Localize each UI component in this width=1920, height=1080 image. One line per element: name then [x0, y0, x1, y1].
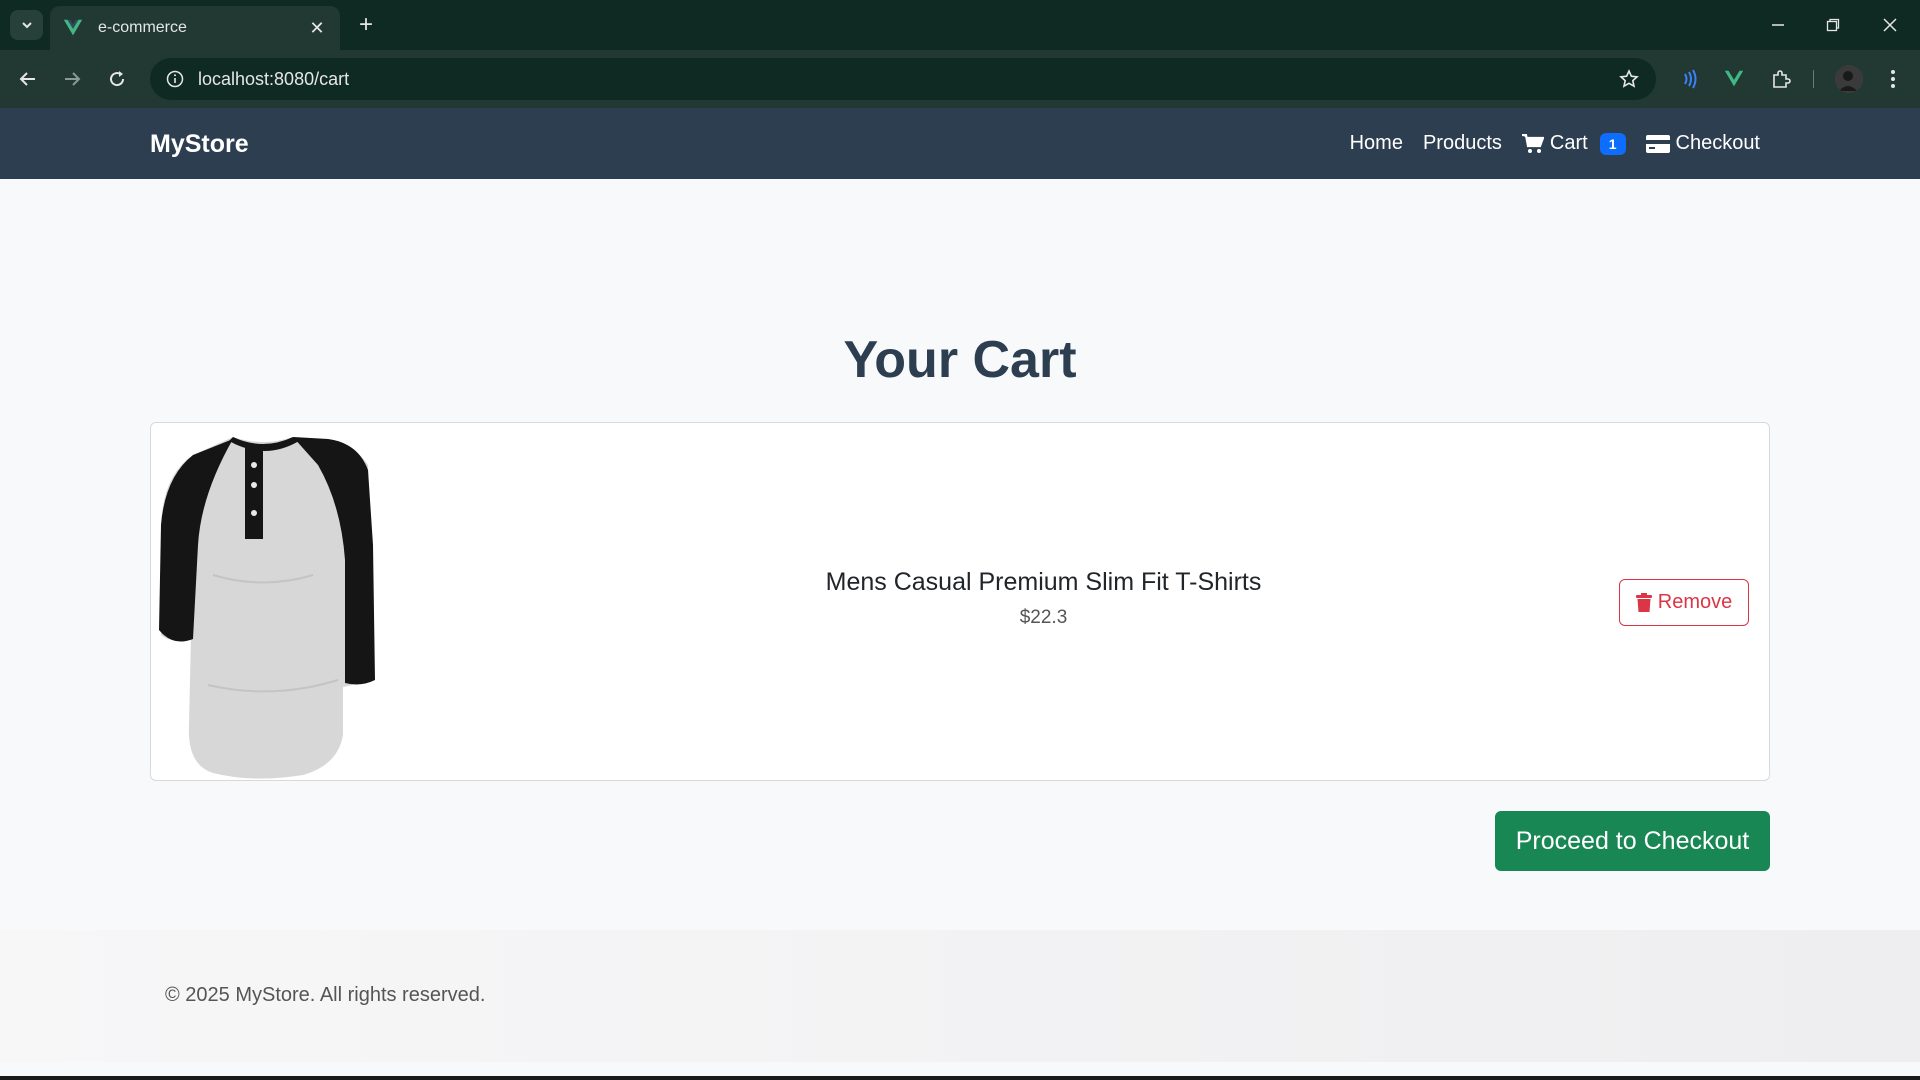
browser-toolbar: localhost:8080/cart: [0, 50, 1920, 108]
bookmark-star-icon[interactable]: [1616, 66, 1642, 92]
nav-link-home-label: Home: [1349, 132, 1403, 154]
nav-link-checkout[interactable]: Checkout: [1645, 132, 1761, 155]
chevron-down-icon: [21, 22, 32, 29]
new-tab-button[interactable]: +: [352, 10, 380, 40]
proceed-to-checkout-button[interactable]: Proceed to Checkout: [1495, 811, 1770, 871]
nav-link-products[interactable]: Products: [1423, 132, 1502, 155]
extension-wave-icon[interactable]: [1673, 63, 1705, 95]
reload-icon[interactable]: [101, 63, 133, 95]
forward-arrow-icon[interactable]: [56, 63, 88, 95]
cart-item-price: $22.3: [1019, 607, 1068, 628]
vue-devtools-icon[interactable]: [1718, 63, 1750, 95]
page-title: Your Cart: [843, 331, 1077, 389]
tab-search-button[interactable]: [10, 10, 43, 40]
close-tab-icon[interactable]: ✕: [306, 18, 328, 39]
cart-item-info: Mens Casual Premium Slim Fit T-Shirts $2…: [601, 568, 1486, 629]
url-text: localhost:8080/cart: [198, 68, 350, 89]
credit-card-icon: [1645, 134, 1670, 153]
product-image: [159, 437, 375, 779]
extensions-puzzle-icon[interactable]: [1765, 63, 1797, 95]
trash-icon: [1635, 593, 1652, 612]
profile-avatar[interactable]: [1835, 65, 1863, 93]
tab-title: e-commerce: [98, 19, 187, 36]
address-bar[interactable]: localhost:8080/cart: [150, 58, 1656, 100]
toolbar-divider: [1813, 70, 1814, 88]
nav-link-cart-label: Cart: [1549, 132, 1588, 154]
nav-links: Home Products Cart 1 Checkout: [1330, 108, 1760, 179]
cart-item-card: Mens Casual Premium Slim Fit T-Shirts $2…: [150, 422, 1770, 781]
nav-link-products-label: Products: [1422, 132, 1502, 154]
nav-link-checkout-label: Checkout: [1675, 132, 1761, 154]
cart-count-badge: 1: [1599, 132, 1626, 155]
cart-item-name: Mens Casual Premium Slim Fit T-Shirts: [825, 568, 1262, 596]
footer-copyright: © 2025 MyStore. All rights reserved.: [165, 984, 486, 1006]
site-footer: © 2025 MyStore. All rights reserved.: [0, 930, 1920, 1062]
browser-tab-bar: e-commerce ✕ +: [0, 0, 1920, 50]
browser-tab[interactable]: e-commerce ✕: [50, 6, 340, 50]
brand-logo[interactable]: MyStore: [150, 130, 249, 159]
window-bottom-edge: [0, 1076, 1920, 1080]
nav-link-home[interactable]: Home: [1350, 132, 1403, 155]
site-navbar: MyStore Home Products Cart 1 Checkout: [0, 108, 1920, 179]
back-arrow-icon[interactable]: [12, 63, 44, 95]
shopping-cart-icon: [1521, 133, 1544, 153]
site-info-icon[interactable]: [164, 68, 186, 90]
minimize-icon[interactable]: [1758, 10, 1798, 40]
remove-item-button[interactable]: Remove: [1619, 579, 1749, 626]
restore-icon[interactable]: [1813, 10, 1853, 40]
nav-link-cart[interactable]: Cart 1: [1521, 132, 1626, 155]
close-window-icon[interactable]: [1870, 10, 1910, 40]
browser-menu-icon[interactable]: [1877, 63, 1909, 95]
vue-logo-icon: [63, 19, 83, 36]
remove-item-label: Remove: [1657, 591, 1733, 613]
